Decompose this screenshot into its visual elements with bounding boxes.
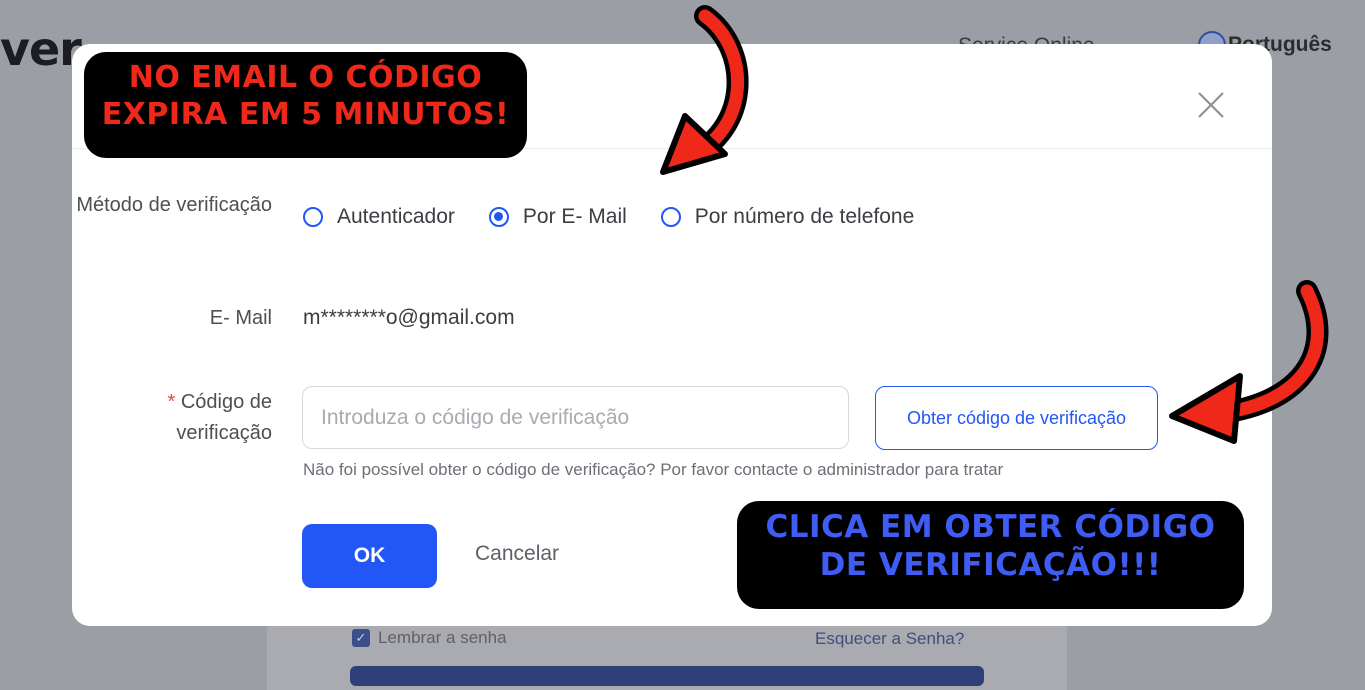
verification-code-input[interactable] xyxy=(302,386,849,449)
red-arrow-left-icon xyxy=(1169,280,1329,444)
radio-phone-label: Por número de telefone xyxy=(694,205,915,228)
radio-checked-icon[interactable] xyxy=(488,207,509,227)
red-arrow-down-icon xyxy=(660,5,749,175)
remember-password-label: Lembrar a senha xyxy=(378,628,507,647)
code-label-text: Código de verificação xyxy=(176,391,272,444)
required-asterisk: * xyxy=(167,391,176,413)
blue-annotation-note: CLICA EM OBTER CÓDIGO DE VERIFICAÇÃO!!! xyxy=(737,501,1244,609)
forgot-password-link[interactable]: Esquecer a Senha? xyxy=(815,629,964,649)
brand-logo-text: ver xyxy=(0,22,82,76)
code-label: * Código de verificação xyxy=(72,387,272,449)
email-value: m********o@gmail.com xyxy=(303,306,515,329)
radio-circle-icon[interactable] xyxy=(303,207,323,227)
checkbox-checked-icon[interactable]: ✓ xyxy=(352,629,370,647)
email-label: E- Mail xyxy=(209,307,272,329)
close-icon[interactable] xyxy=(1196,90,1226,120)
red-annotation-note: NO EMAIL O CÓDIGO EXPIRA EM 5 MINUTOS! xyxy=(84,52,527,158)
login-button[interactable] xyxy=(350,666,984,686)
cancel-button[interactable]: Cancelar xyxy=(475,542,559,566)
verification-method-label: Método de verificação xyxy=(76,194,272,216)
radio-email-label: Por E- Mail xyxy=(522,205,627,228)
get-verification-code-button[interactable]: Obter código de verificação xyxy=(875,386,1158,450)
help-text: Não foi possível obter o código de verif… xyxy=(303,460,1004,479)
ok-button[interactable]: OK xyxy=(302,524,437,588)
remember-password[interactable]: ✓ Lembrar a senha xyxy=(352,628,507,648)
verification-method-radio-group: Autenticador Por E- Mail Por número de t… xyxy=(303,205,914,229)
radio-authenticator[interactable]: Autenticador xyxy=(303,205,455,229)
radio-email[interactable]: Por E- Mail xyxy=(488,205,627,229)
radio-phone[interactable]: Por número de telefone xyxy=(660,205,915,229)
radio-circle-icon[interactable] xyxy=(660,207,681,227)
radio-authenticator-label: Autenticador xyxy=(337,205,455,228)
